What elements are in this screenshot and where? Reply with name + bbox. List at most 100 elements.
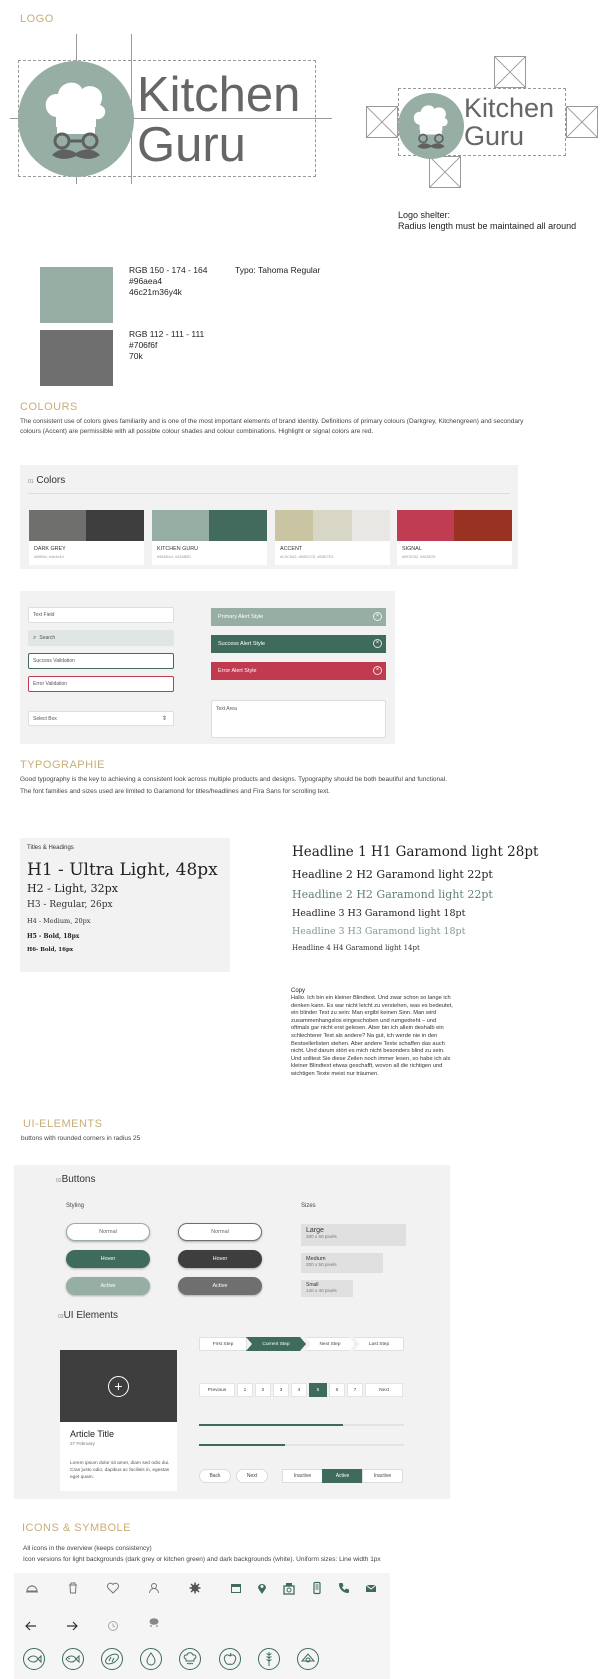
h3-sample: H3 - Regular, 26px [27, 900, 113, 910]
color-card-accent: ACCENT #C9C5A2, #D8D7C5, #E8E7E3 [275, 510, 390, 565]
article-title: Article Title [70, 1429, 115, 1439]
typo-label: Typo: Tahoma Regular [235, 265, 321, 275]
close-icon[interactable]: × [373, 666, 382, 675]
cloche-icon [25, 1580, 39, 1594]
primary-color-info: RGB 150 - 174 - 164 #96aea4 46c21m36y4k [129, 265, 208, 297]
egg-icon [296, 1647, 320, 1671]
drop-icon [139, 1647, 163, 1671]
close-icon[interactable]: × [373, 612, 382, 621]
colours-text: The consistent use of colors gives famil… [20, 418, 524, 435]
size-small: Small 140 x 40 pixels [301, 1280, 353, 1297]
select-box[interactable]: Select Box ⇕ [28, 711, 174, 726]
headline-2-green: Headline 2 H2 Garamond light 22pt [292, 888, 493, 901]
plus-icon[interactable]: + [108, 1376, 129, 1397]
colors-panel: 01 Colors DARK GREY #6f6f6d, #4e4e4d KIT… [20, 465, 518, 569]
chef-icon-small [413, 105, 448, 149]
text-area[interactable]: Text Area [211, 700, 386, 738]
back-button[interactable]: Back [199, 1469, 231, 1483]
pagination-page-6[interactable]: 6 [329, 1383, 345, 1397]
arrow-right-icon [65, 1618, 79, 1632]
pagination-previous[interactable]: Previous [199, 1383, 235, 1397]
secondary-swatch [40, 330, 113, 386]
normal-button[interactable]: Normal [66, 1223, 150, 1241]
wheat-icon [257, 1647, 281, 1671]
size-medium: Medium 200 x 50 pixels [301, 1253, 383, 1273]
icons-text-2: Icon versions for light backgrounds (dar… [23, 1556, 381, 1563]
logo-emblem [18, 61, 134, 177]
phone-icon [337, 1580, 351, 1594]
alert-error: Error Alert Style × [211, 662, 386, 680]
article-text: Lorem ipsum dolor sit amet, diam sed odi… [70, 1461, 170, 1480]
chevron-updown-icon: ⇕ [161, 716, 167, 722]
icons-title: ICONS & SYMBOLE [22, 1522, 131, 1534]
color-card-dark-grey: DARK GREY #6f6f6d, #4e4e4d [29, 510, 144, 565]
error-validation-field[interactable]: Error Validation [28, 676, 174, 692]
success-validation-field[interactable]: Success Validation [28, 653, 174, 669]
active-button-grey[interactable]: Active [178, 1277, 262, 1295]
apple-icon [218, 1647, 242, 1671]
logo-shelter-text: Radius length must be maintained all aro… [398, 221, 577, 231]
normal-button-grey[interactable]: Normal [178, 1223, 262, 1241]
headline-1: Headline 1 H1 Garamond light 28pt [292, 844, 539, 860]
colors-panel-title: 01 Colors [28, 475, 66, 486]
pagination-page-4[interactable]: 4 [291, 1383, 307, 1397]
typography-text-2: The font families and sizes used are lim… [20, 788, 330, 795]
heart-icon [106, 1580, 120, 1594]
pagination-page-3[interactable]: 3 [273, 1383, 289, 1397]
typography-title: TYPOGRAPHIE [20, 759, 105, 771]
calendar-icon [229, 1580, 243, 1594]
pagination-page-1[interactable]: 1 [237, 1383, 253, 1397]
close-icon[interactable]: × [373, 639, 382, 648]
alert-primary: Primary Alert Style × [211, 608, 386, 626]
hover-button[interactable]: Hover [66, 1250, 150, 1268]
primary-swatch [40, 267, 113, 323]
copy-text: Hallo. Ich bin ein kleiner Blindtext. Un… [291, 995, 453, 1077]
step-next[interactable]: Next Step [305, 1337, 355, 1351]
trash-icon [66, 1580, 80, 1594]
clock-icon [106, 1618, 120, 1632]
mail-icon [364, 1580, 378, 1594]
logo-word-kitchen: Kitchen [137, 68, 301, 122]
ui-elements-title: UI-ELEMENTS [23, 1118, 103, 1130]
scale-icon [282, 1580, 296, 1595]
fish-icon [22, 1647, 46, 1671]
alert-success: Success Alert Style × [211, 635, 386, 653]
bread-icon [100, 1647, 124, 1671]
pagination-page-7[interactable]: 7 [347, 1383, 363, 1397]
headline-2: Headline 2 H2 Garamond light 22pt [292, 868, 493, 881]
fish-icon-2 [61, 1647, 85, 1671]
active-button[interactable]: Active [66, 1277, 150, 1295]
secondary-color-info: RGB 112 - 111 - 111 #706f6f 70k [129, 329, 205, 361]
headings-panel: Titles & Headings H1 - Ultra Light, 48px… [20, 838, 230, 972]
location-pin-icon [255, 1580, 269, 1594]
tab-active[interactable]: Active [322, 1469, 363, 1483]
h1-sample: H1 - Ultra Light, 48px [27, 860, 218, 880]
pagination-next[interactable]: Next [365, 1383, 403, 1397]
arrow-left-icon [24, 1618, 38, 1632]
user-icon [147, 1580, 161, 1594]
article-date: 27 February [70, 1441, 95, 1446]
pagination-page-5[interactable]: 5 [309, 1383, 327, 1397]
tab-inactive-1[interactable]: Inactive [282, 1469, 323, 1483]
pagination-page-2[interactable]: 2 [255, 1383, 271, 1397]
search-icon: ⌕ [33, 634, 37, 641]
headline-4: Headline 4 H4 Garamond light 14pt [292, 944, 420, 952]
typography-text-1: Good typography is the key to achieving … [20, 776, 447, 783]
headline-3-green: Headline 3 H3 Garamond light 18pt [292, 926, 466, 937]
hover-button-grey[interactable]: Hover [178, 1250, 262, 1268]
progress-bar-2 [199, 1444, 404, 1446]
chef-icon [45, 82, 106, 159]
step-current[interactable]: Current Step [246, 1337, 306, 1351]
text-field[interactable]: Text Field [28, 607, 174, 623]
tab-inactive-2[interactable]: Inactive [362, 1469, 403, 1483]
step-first[interactable]: First Step [199, 1337, 247, 1351]
ui-elements-panel-title: 03UI Elements [58, 1310, 119, 1321]
search-input[interactable]: ⌕ Search [28, 630, 174, 646]
article-card[interactable]: + Article Title 27 February Lorem ipsum … [60, 1350, 177, 1491]
size-large: Large 280 x 60 pixels [301, 1224, 406, 1246]
step-last[interactable]: Last Step [354, 1337, 404, 1351]
icons-text-1: All icons in the overview (keeps consist… [23, 1545, 152, 1552]
copy-label: Copy [291, 988, 306, 994]
next-button[interactable]: Next [236, 1469, 268, 1483]
progress-bar-1 [199, 1424, 404, 1426]
